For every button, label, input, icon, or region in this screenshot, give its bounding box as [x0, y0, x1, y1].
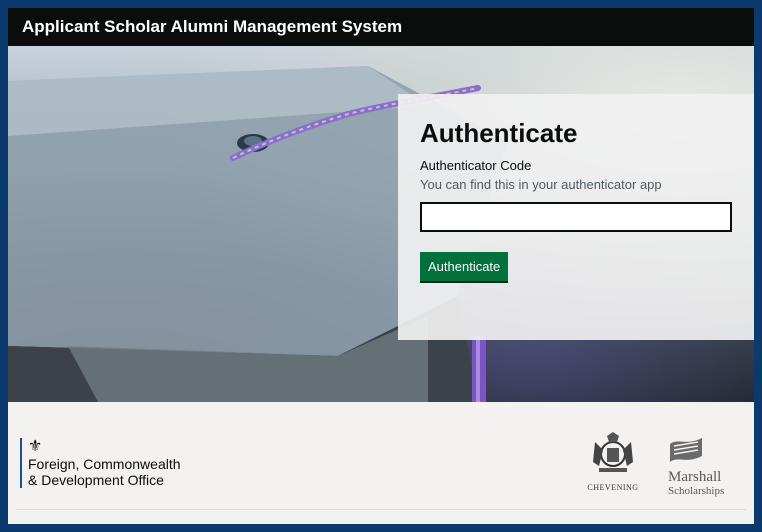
royal-arms-crest-icon: ⚜	[28, 438, 43, 455]
chevening-wordmark: CHEVENING	[587, 483, 639, 492]
marshall-scholarships-logo[interactable]: Marshall Scholarships	[668, 436, 748, 497]
footer: ⚜ Foreign, Commonwealth & Development Of…	[8, 402, 754, 524]
marshall-flag-icon	[670, 438, 702, 462]
authenticator-code-label: Authenticator Code	[420, 158, 532, 173]
authenticator-code-hint: You can find this in your authenticator …	[420, 177, 662, 192]
authenticate-heading: Authenticate	[420, 118, 578, 148]
fcdo-name-line1: Foreign, Commonwealth	[28, 456, 181, 472]
authenticate-button[interactable]: Authenticate	[420, 252, 509, 281]
site-header: Applicant Scholar Alumni Management Syst…	[8, 8, 754, 46]
authenticator-code-input[interactable]	[420, 202, 732, 232]
browser-frame: Applicant Scholar Alumni Management Syst…	[8, 8, 754, 524]
chevening-crest-icon	[593, 432, 633, 472]
chevening-logo[interactable]: CHEVENING	[576, 432, 650, 492]
scholarships-wordmark: Scholarships	[668, 485, 725, 497]
fcdo-name-line2: & Development Office	[28, 472, 164, 488]
footer-divider	[16, 509, 746, 510]
site-title[interactable]: Applicant Scholar Alumni Management Syst…	[8, 17, 402, 37]
marshall-wordmark: Marshall	[668, 469, 722, 485]
hero-image: Authenticate Authenticator Code You can …	[8, 46, 754, 402]
authenticate-panel: Authenticate Authenticator Code You can …	[398, 94, 754, 340]
fcdo-logo[interactable]: ⚜ Foreign, Commonwealth & Development Of…	[20, 438, 181, 488]
